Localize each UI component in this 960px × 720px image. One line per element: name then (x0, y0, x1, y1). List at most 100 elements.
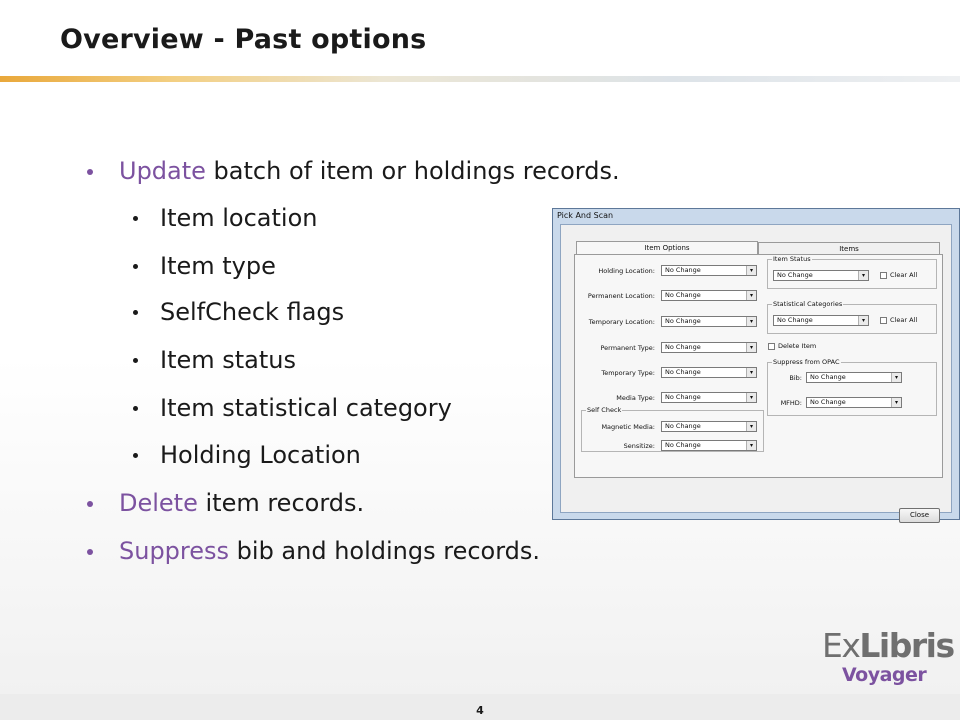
chevron-down-icon: ▾ (746, 343, 756, 352)
permanent-type-label: Permanent Type: (600, 344, 655, 352)
bullet-text: Item type (160, 252, 276, 280)
chevron-down-icon: ▾ (746, 441, 756, 450)
holding-location-label: Holding Location: (598, 267, 655, 275)
statistical-clear-all-checkbox[interactable] (880, 317, 887, 324)
select-value: No Change (665, 393, 701, 401)
select-value: No Change (777, 271, 813, 279)
select-value: No Change (665, 317, 701, 325)
chevron-down-icon: ▾ (858, 316, 868, 325)
chevron-down-icon: ▾ (891, 373, 901, 382)
chevron-down-icon: ▾ (746, 393, 756, 402)
item-status-group-label: Item Status (772, 255, 812, 263)
media-type-label: Media Type: (616, 394, 655, 402)
select-value: No Change (665, 441, 701, 449)
temporary-type-label: Temporary Type: (601, 369, 655, 377)
select-value: No Change (665, 343, 701, 351)
bullet-keyword: Suppress (119, 537, 230, 565)
permanent-location-label: Permanent Location: (587, 292, 655, 300)
tab-item-options[interactable]: Item Options (576, 241, 758, 254)
select-value: No Change (665, 266, 701, 274)
bullet-delete: Delete item records. (87, 488, 365, 518)
bullet-dot-icon (133, 264, 138, 269)
page-number: 4 (476, 704, 484, 717)
temporary-type-select[interactable]: No Change ▾ (661, 367, 757, 378)
sub-bullet-item-statistical-category: Item statistical category (133, 393, 452, 423)
select-value: No Change (810, 373, 846, 381)
close-button[interactable]: Close (899, 508, 940, 523)
sub-bullet-selfcheck-flags: SelfCheck flags (133, 297, 345, 327)
temporary-location-label: Temporary Location: (588, 318, 655, 326)
item-status-select[interactable]: No Change ▾ (773, 270, 869, 281)
mfhd-select[interactable]: No Change ▾ (806, 397, 902, 408)
holding-location-select[interactable]: No Change ▾ (661, 265, 757, 276)
bullet-text: Holding Location (160, 441, 361, 469)
chevron-down-icon: ▾ (746, 291, 756, 300)
title-divider (0, 76, 960, 82)
bullet-text: item records. (197, 489, 365, 517)
suppress-group-label: Suppress from OPAC (772, 358, 841, 366)
magnetic-media-select[interactable]: No Change ▾ (661, 421, 757, 432)
chevron-down-icon: ▾ (891, 398, 901, 407)
bullet-text: SelfCheck flags (160, 298, 345, 326)
dialog-body: Item Options Items Holding Location: No … (560, 224, 952, 523)
chevron-down-icon: ▾ (746, 368, 756, 377)
delete-item-label: Delete Item (778, 342, 817, 350)
bullet-dot-icon (133, 453, 138, 458)
bullet-text: Item location (160, 204, 318, 232)
item-status-clear-all-checkbox[interactable] (880, 272, 887, 279)
statistical-categories-group-label: Statistical Categories (772, 300, 844, 308)
select-value: No Change (810, 398, 846, 406)
mfhd-label: MFHD: (780, 399, 802, 407)
item-options-panel: Holding Location: No Change ▾ Permanent L… (574, 254, 943, 478)
bullet-update: Update batch of item or holdings records… (87, 156, 620, 186)
permanent-type-select[interactable]: No Change ▾ (661, 342, 757, 353)
select-value: No Change (665, 422, 701, 430)
bullet-keyword: Delete (119, 489, 198, 517)
bullet-keyword: Update (119, 157, 206, 185)
magnetic-media-label: Magnetic Media: (601, 423, 655, 431)
bullet-text: batch of item or holdings records. (205, 157, 620, 185)
chevron-down-icon: ▾ (746, 317, 756, 326)
bullet-dot-icon (87, 501, 93, 507)
sub-bullet-item-status: Item status (133, 345, 297, 375)
pick-and-scan-dialog: Pick And Scan Item Options Items Holding… (552, 208, 960, 523)
dialog-title: Pick And Scan (557, 211, 614, 220)
chevron-down-icon: ▾ (858, 271, 868, 280)
sub-bullet-item-location: Item location (133, 203, 318, 233)
select-value: No Change (665, 291, 701, 299)
exlibris-voyager-logo: ExLibris Voyager (822, 628, 955, 690)
logo-libris: Libris (859, 626, 955, 665)
bib-label: Bib: (789, 374, 802, 382)
bullet-dot-icon (133, 310, 138, 315)
sub-bullet-item-type: Item type (133, 251, 276, 281)
chevron-down-icon: ▾ (746, 266, 756, 275)
select-value: No Change (777, 316, 813, 324)
select-value: No Change (665, 368, 701, 376)
sub-bullet-holding-location: Holding Location (133, 440, 361, 470)
bullet-dot-icon (133, 216, 138, 221)
delete-item-checkbox[interactable] (768, 343, 775, 350)
statistical-clear-all-label: Clear All (890, 316, 918, 324)
self-check-group-label: Self Check (586, 406, 623, 414)
bullet-dot-icon (87, 169, 93, 175)
bullet-text: bib and holdings records. (229, 537, 541, 565)
sensitize-select[interactable]: No Change ▾ (661, 440, 757, 451)
bullet-dot-icon (133, 406, 138, 411)
logo-product: Voyager (842, 664, 927, 686)
statistical-categories-select[interactable]: No Change ▾ (773, 315, 869, 326)
sensitize-label: Sensitize: (623, 442, 655, 450)
bullet-text: Item status (160, 346, 297, 374)
temporary-location-select[interactable]: No Change ▾ (661, 316, 757, 327)
bullet-suppress: Suppress bib and holdings records. (87, 536, 541, 566)
bib-select[interactable]: No Change ▾ (806, 372, 902, 383)
tab-items[interactable]: Items (758, 242, 940, 254)
item-status-clear-all-label: Clear All (890, 271, 918, 279)
bullet-dot-icon (87, 549, 93, 555)
permanent-location-select[interactable]: No Change ▾ (661, 290, 757, 301)
bullet-dot-icon (133, 358, 138, 363)
media-type-select[interactable]: No Change ▾ (661, 392, 757, 403)
logo-wordmark: ExLibris (822, 628, 955, 664)
slide-title: Overview - Past options (60, 24, 427, 55)
bullet-text: Item statistical category (160, 394, 452, 422)
chevron-down-icon: ▾ (746, 422, 756, 431)
